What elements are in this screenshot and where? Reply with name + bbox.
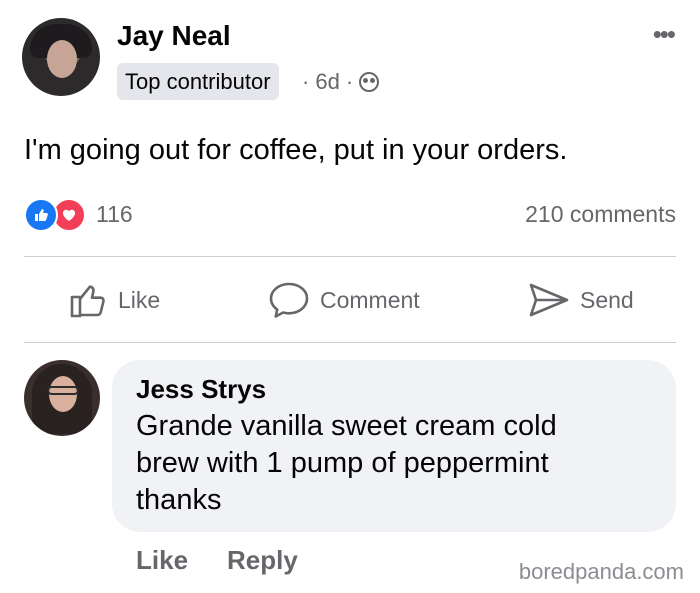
avatar-glasses <box>47 386 79 395</box>
send-button[interactable]: Send <box>528 278 634 322</box>
comment-label: Comment <box>320 286 420 313</box>
meta-separator: · <box>302 69 310 94</box>
group-icon <box>359 72 380 92</box>
send-icon <box>529 283 569 317</box>
post-time[interactable]: 6d <box>315 69 339 95</box>
divider <box>24 256 676 257</box>
commenter-avatar[interactable] <box>24 360 100 436</box>
comment-button[interactable]: Comment <box>268 278 420 322</box>
reaction-count[interactable]: 116 <box>96 201 133 228</box>
watermark: boredpanda.com <box>518 559 684 584</box>
meta-separator: · <box>345 69 354 94</box>
like-label: Like <box>118 286 161 313</box>
comment-bubble-icon <box>269 282 309 318</box>
author-name[interactable]: Jay Neal <box>117 20 231 52</box>
comment-reply-button[interactable]: Reply <box>227 545 298 576</box>
comment-count[interactable]: 210 comments <box>525 201 676 228</box>
like-reaction-icon <box>24 198 58 232</box>
comment-text-line: brew with 1 pump of peppermint <box>136 447 549 479</box>
avatar-face <box>47 40 77 78</box>
post-meta: · 6d · <box>302 69 380 95</box>
reaction-icons[interactable] <box>24 198 88 232</box>
like-button[interactable]: Like <box>68 278 160 322</box>
comment-like-button[interactable]: Like <box>136 545 188 576</box>
post-text: I'm going out for coffee, put in your or… <box>24 134 568 166</box>
divider <box>24 342 676 343</box>
top-contributor-badge[interactable]: Top contributor <box>117 63 279 100</box>
comment-text-line: thanks <box>136 484 222 516</box>
send-label: Send <box>580 286 634 313</box>
thumbs-up-icon <box>70 285 105 318</box>
comment-text-line: Grande vanilla sweet cream cold <box>136 410 557 442</box>
comment-author[interactable]: Jess Strys <box>136 374 266 405</box>
more-horizontal-icon[interactable]: ••• <box>653 21 676 47</box>
author-avatar[interactable] <box>22 18 100 96</box>
